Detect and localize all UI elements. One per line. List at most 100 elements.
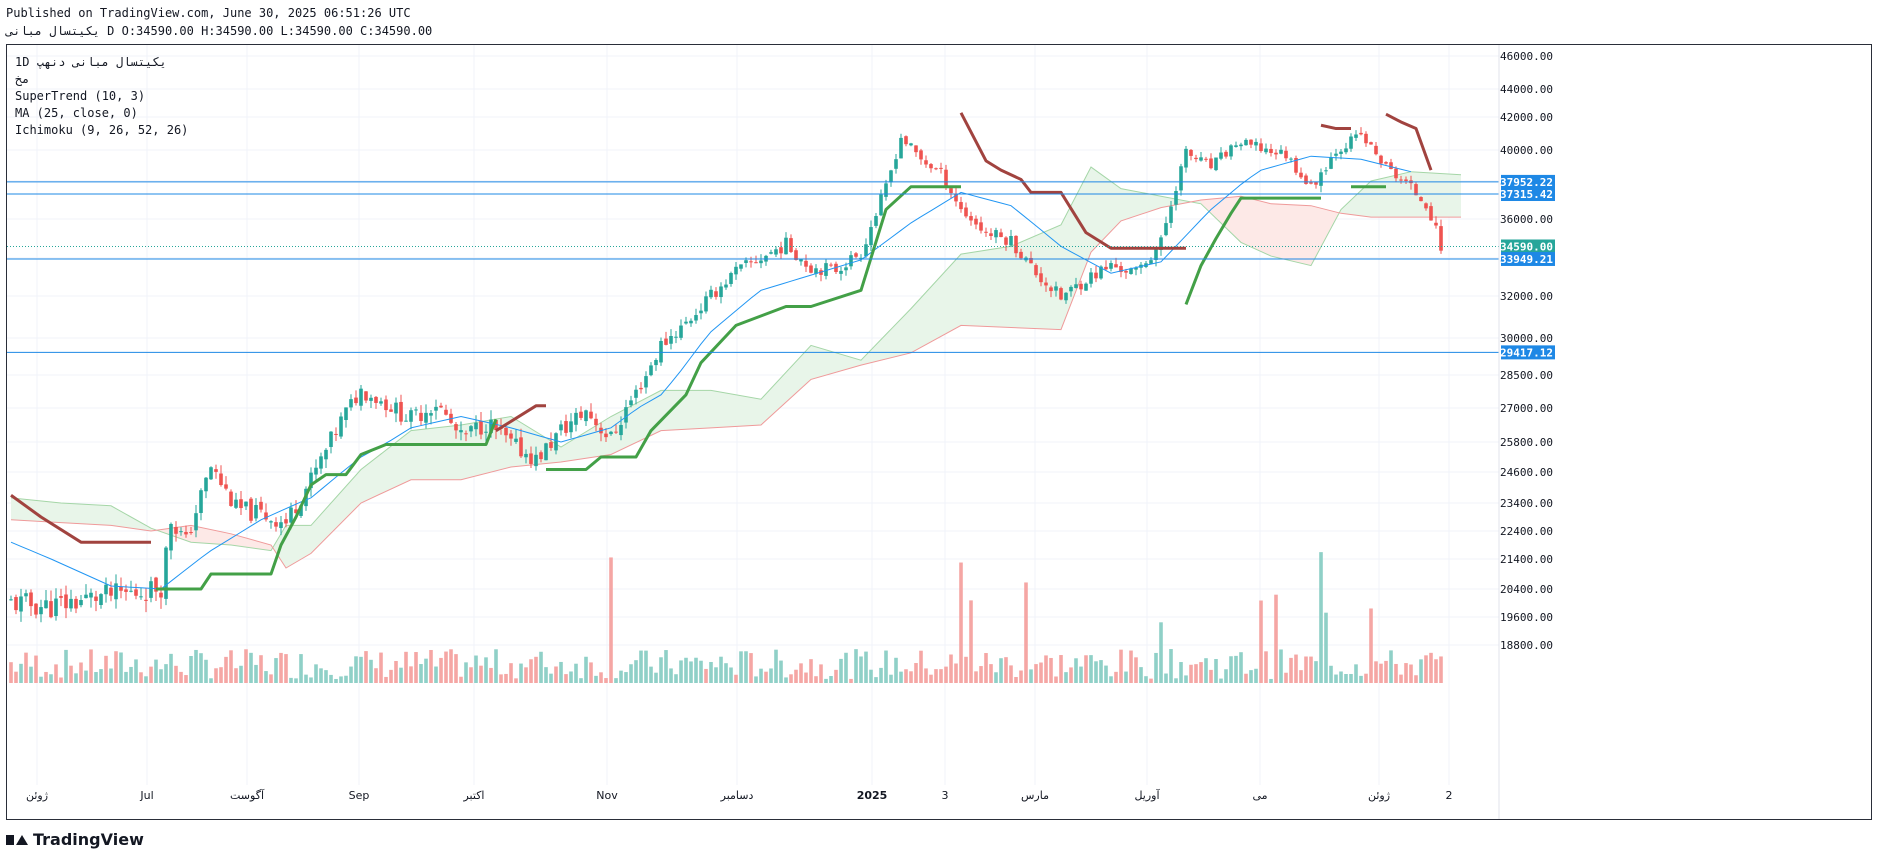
price-tick-label: 42000.00 [1500,111,1553,124]
volume-bar [454,654,458,683]
volume-bar [1059,655,1063,683]
volume-bar [289,677,293,683]
volume-bar [1349,673,1353,683]
candle-body [1264,148,1268,153]
time-tick-label: Nov [596,789,618,802]
candle-body [999,232,1003,237]
tradingview-logo[interactable]: TradingView [6,830,144,849]
price-tick-label: 20400.00 [1500,583,1553,596]
volume-bar [634,660,638,683]
time-tick-label: ژوئن [26,789,48,802]
candle-body [1069,286,1073,292]
volume-bar [874,677,878,683]
candle-body [434,406,438,411]
candle-body [1319,172,1323,186]
volume-bar [749,653,753,683]
candle-body [244,501,248,507]
volume-bar [1054,676,1058,683]
volume-bar [1029,669,1033,683]
candle-body [1334,153,1338,156]
volume-bar [34,655,38,683]
volume-bar [219,667,223,683]
volume-bar [1269,678,1273,683]
candle-body [344,407,348,420]
candle-body [604,433,608,438]
volume-bar [1214,659,1218,683]
candle-body [504,427,508,436]
volume-bar [1039,662,1043,683]
volume-bar [439,657,443,683]
candle-body [1004,237,1008,245]
legend-symbol[interactable]: 1D یکیتسال مبانی دنهپ [15,54,188,71]
volume-bar [119,652,123,683]
chart-frame[interactable]: 46000.0044000.0042000.0040000.0038000.00… [6,44,1872,820]
candle-body [759,260,763,264]
candle-body [1339,151,1343,154]
volume-bar [74,673,78,683]
volume-bar [1314,661,1318,683]
volume-bar [844,652,848,683]
candle-body [919,150,923,160]
volume-bar [124,671,128,683]
candle-body [1194,157,1198,160]
candle-body [104,584,108,595]
volume-bar [1299,670,1303,683]
price-label-text: 37315.42 [1500,188,1553,201]
volume-bar [909,671,913,683]
candle-body [349,399,353,408]
candle-body [1309,182,1313,184]
legend-ichimoku[interactable]: Ichimoku (9, 26, 52, 26) [15,122,188,139]
volume-bar [49,674,53,683]
candle-body [959,202,963,210]
candle-body [1324,170,1328,172]
volume-bar [1154,652,1158,683]
volume-bar [384,676,388,683]
candle-body [44,600,48,609]
candle-body [484,431,488,433]
candle-body [1059,288,1063,300]
volume-bar [689,661,693,683]
candle-body [1404,179,1408,181]
volume-bar [619,670,623,683]
price-chart[interactable]: 46000.0044000.0042000.0040000.0038000.00… [7,45,1871,819]
legend-ma[interactable]: MA (25, close, 0) [15,105,188,122]
candle-body [369,397,373,401]
volume-bar [1144,676,1148,683]
candle-body [364,391,368,401]
volume-bar [1074,658,1078,683]
volume-bar [1009,665,1013,683]
candle-body [729,273,733,284]
ichimoku-cloud-segment [1241,196,1271,257]
volume-bar [479,665,483,683]
candle-body [869,227,873,246]
volume-bar [374,668,378,683]
candle-body [234,499,238,508]
volume-bar [114,651,118,683]
volume-bar [814,676,818,683]
candle-body [529,453,533,464]
volume-bar [544,667,548,683]
volume-bar [1179,662,1183,683]
volume-bar [1294,654,1298,683]
volume-bar [1174,678,1178,683]
candle-body [944,169,948,187]
volume-bar [1084,655,1088,683]
volume-bar [719,656,723,683]
candle-body [1199,157,1203,161]
candle-body [339,416,343,437]
price-tick-label: 36000.00 [1500,213,1553,226]
volume-bar [604,678,608,683]
volume-bar [1124,671,1128,683]
volume-bar [964,656,968,683]
candle-body [1314,182,1318,185]
candle-body [404,420,408,422]
candle-body [689,320,693,324]
candle-body [989,233,993,236]
legend-supertrend[interactable]: SuperTrend (10, 3) [15,88,188,105]
candle-body [849,255,853,267]
candle-body [1259,143,1263,152]
volume-bar [1274,594,1278,683]
candle-body [544,443,548,461]
candle-body [1239,144,1243,147]
candle-body [279,522,283,529]
